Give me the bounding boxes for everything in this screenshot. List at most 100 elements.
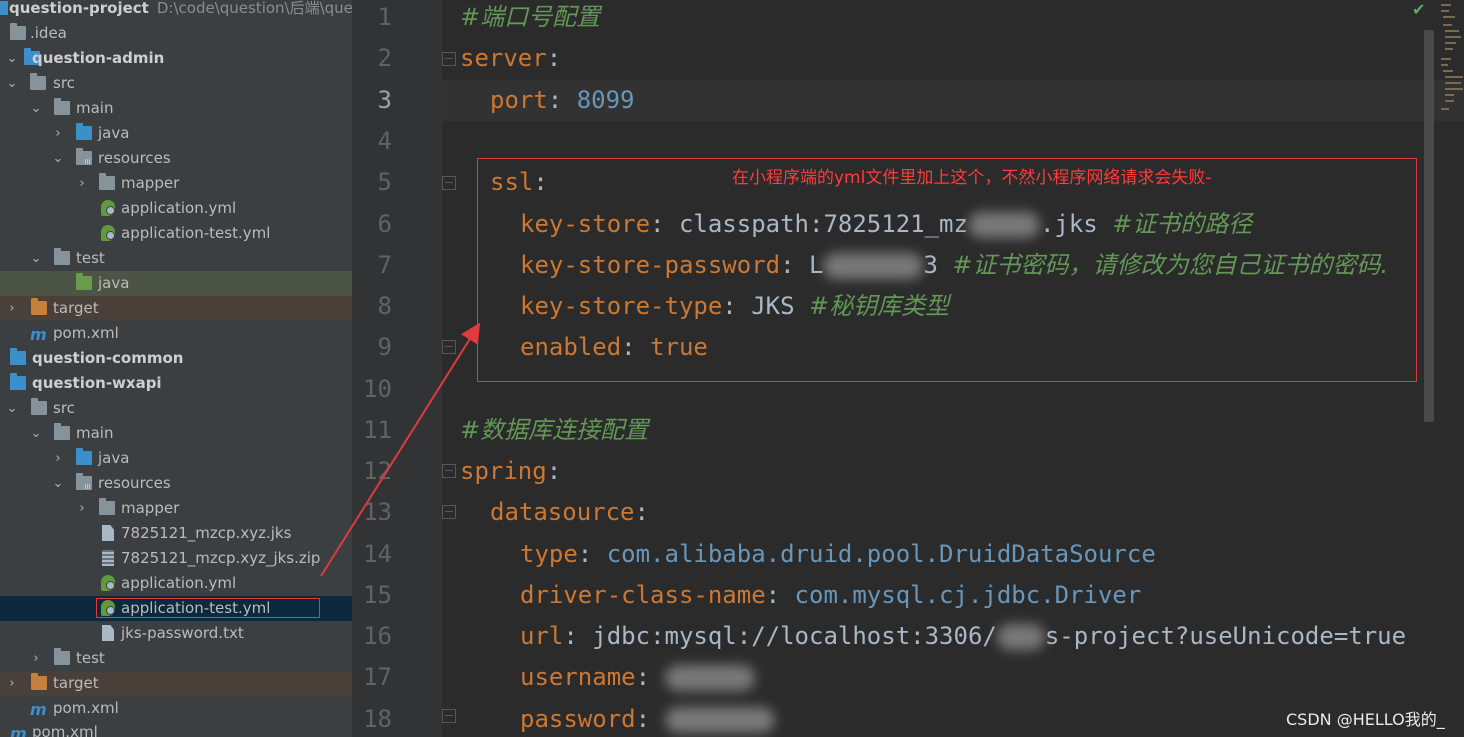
line-number: 5 (377, 168, 392, 196)
maven-icon: m (30, 325, 47, 344)
folder-icon (54, 248, 70, 265)
tree-row[interactable]: m pom.xml (0, 321, 352, 346)
fold-marker-icon[interactable] (442, 464, 456, 478)
tree-row[interactable]: ⌄ src (0, 396, 352, 421)
spring-config-icon (101, 575, 115, 591)
vertical-scrollbar[interactable] (1424, 30, 1434, 422)
tree-label: java (98, 274, 130, 292)
csdn-watermark: CSDN @HELLO我的_ (1286, 710, 1445, 729)
chevron-down-icon[interactable]: ⌄ (52, 146, 64, 171)
tree-row[interactable]: m pom.xml (0, 720, 352, 737)
spring-config-icon (101, 200, 115, 216)
yaml-key: type (520, 540, 578, 568)
tree-row[interactable]: m pom.xml (0, 696, 352, 721)
chevron-down-icon[interactable]: ⌄ (6, 71, 18, 96)
fold-marker-icon[interactable] (442, 340, 456, 354)
chevron-right-icon[interactable]: › (76, 171, 88, 196)
code-minimap[interactable] (1437, 0, 1464, 120)
redacted-blur (664, 665, 755, 691)
tree-row[interactable]: › java (0, 121, 352, 146)
yaml-key: datasource (490, 498, 635, 526)
folder-icon (54, 423, 70, 440)
line-number: 8 (377, 292, 392, 320)
tree-row[interactable]: › mapper (0, 171, 352, 196)
tree-row[interactable]: › target (0, 296, 352, 321)
inspection-ok-check-icon[interactable]: ✔ (1412, 0, 1425, 19)
chevron-right-icon[interactable]: › (6, 296, 18, 321)
yaml-key: username (520, 663, 636, 691)
folder-icon (10, 23, 26, 40)
code-line-1: #端口号配置 (460, 0, 600, 38)
tree-label: mapper (121, 174, 180, 192)
tree-label: pom.xml (53, 699, 119, 717)
yaml-key: server (460, 44, 547, 72)
chevron-right-icon[interactable]: › (30, 646, 42, 671)
tree-row[interactable]: ⌄ resources (0, 471, 352, 496)
code-line-13: datasource: (490, 498, 649, 526)
chevron-right-icon[interactable]: › (52, 121, 64, 146)
line-number: 14 (363, 540, 392, 568)
tree-row[interactable]: jks-password.txt (0, 621, 352, 646)
folder-icon (30, 73, 46, 90)
tree-row[interactable]: application.yml (0, 196, 352, 221)
tree-row[interactable]: › target (0, 671, 352, 696)
chevron-down-icon[interactable]: ⌄ (30, 421, 42, 446)
line-number: 9 (377, 333, 392, 361)
tree-row[interactable]: question-common (0, 346, 352, 371)
zip-file-icon (102, 550, 114, 566)
tree-row[interactable]: 7825121_mzcp.xyz_jks.zip (0, 546, 352, 571)
resources-folder-icon (76, 473, 92, 490)
fold-marker-icon[interactable] (442, 709, 456, 723)
line-number: 2 (377, 44, 392, 72)
fold-marker-icon[interactable] (442, 176, 456, 190)
tree-row[interactable]: ⌄ main (0, 421, 352, 446)
chevron-right-icon[interactable]: › (52, 446, 64, 471)
tree-label: java (98, 124, 130, 142)
excluded-folder-icon (31, 673, 47, 690)
chevron-right-icon[interactable]: › (76, 496, 88, 521)
project-tree-panel: question-project D:\code\question\后端\ques… (0, 0, 352, 737)
annotation-text: 在小程序端的yml文件里加上这个，不然小程序网络请求会失败- (732, 168, 1212, 188)
tree-label: resources (98, 474, 171, 492)
tree-row[interactable]: › java (0, 446, 352, 471)
yaml-value: com.mysql.cj.jdbc.Driver (794, 581, 1142, 609)
chevron-down-icon[interactable]: ⌄ (30, 246, 42, 271)
yaml-key: url (520, 622, 564, 650)
tree-row-root[interactable]: question-project D:\code\question\后端\ques… (0, 0, 352, 21)
chevron-down-icon[interactable]: ⌄ (30, 96, 42, 121)
yaml-key: spring (460, 457, 547, 485)
tree-label: pom.xml (53, 324, 119, 342)
tree-label: jks-password.txt (121, 624, 244, 642)
tree-row[interactable]: › test (0, 646, 352, 671)
chevron-down-icon[interactable]: ⌄ (6, 396, 18, 421)
folder-icon (54, 648, 70, 665)
fold-marker-icon[interactable] (442, 52, 456, 66)
excluded-folder-icon (31, 298, 47, 315)
tree-row[interactable]: .idea (0, 21, 352, 46)
keystore-file-icon (102, 525, 114, 541)
tree-label: application.yml (121, 199, 237, 217)
fold-marker-icon[interactable] (442, 505, 456, 519)
tree-row[interactable]: question-wxapi (0, 371, 352, 396)
line-number: 13 (363, 498, 392, 526)
code-line-2: server: (460, 44, 562, 72)
tree-row[interactable]: 7825121_mzcp.xyz.jks (0, 521, 352, 546)
tree-label: question-common (32, 349, 184, 367)
tree-row[interactable]: application.yml (0, 571, 352, 596)
tree-row[interactable]: ⌄ test (0, 246, 352, 271)
tree-label: main (76, 99, 114, 117)
folder-icon (54, 98, 70, 115)
tree-row[interactable]: ⌄ src (0, 71, 352, 96)
chevron-right-icon[interactable]: › (6, 671, 18, 696)
tree-row[interactable]: java (0, 271, 352, 296)
yaml-value: jdbc:mysql://localhost:3306/ (592, 622, 997, 650)
line-number: 1 (377, 3, 392, 31)
tree-row[interactable]: application-test.yml (0, 221, 352, 246)
tree-row[interactable]: › mapper (0, 496, 352, 521)
tree-row[interactable]: ⌄ question-admin (0, 46, 352, 71)
resources-folder-icon (76, 148, 92, 165)
chevron-down-icon[interactable]: ⌄ (6, 46, 18, 71)
chevron-down-icon[interactable]: ⌄ (52, 471, 64, 496)
tree-row[interactable]: ⌄ resources (0, 146, 352, 171)
tree-row[interactable]: ⌄ main (0, 96, 352, 121)
